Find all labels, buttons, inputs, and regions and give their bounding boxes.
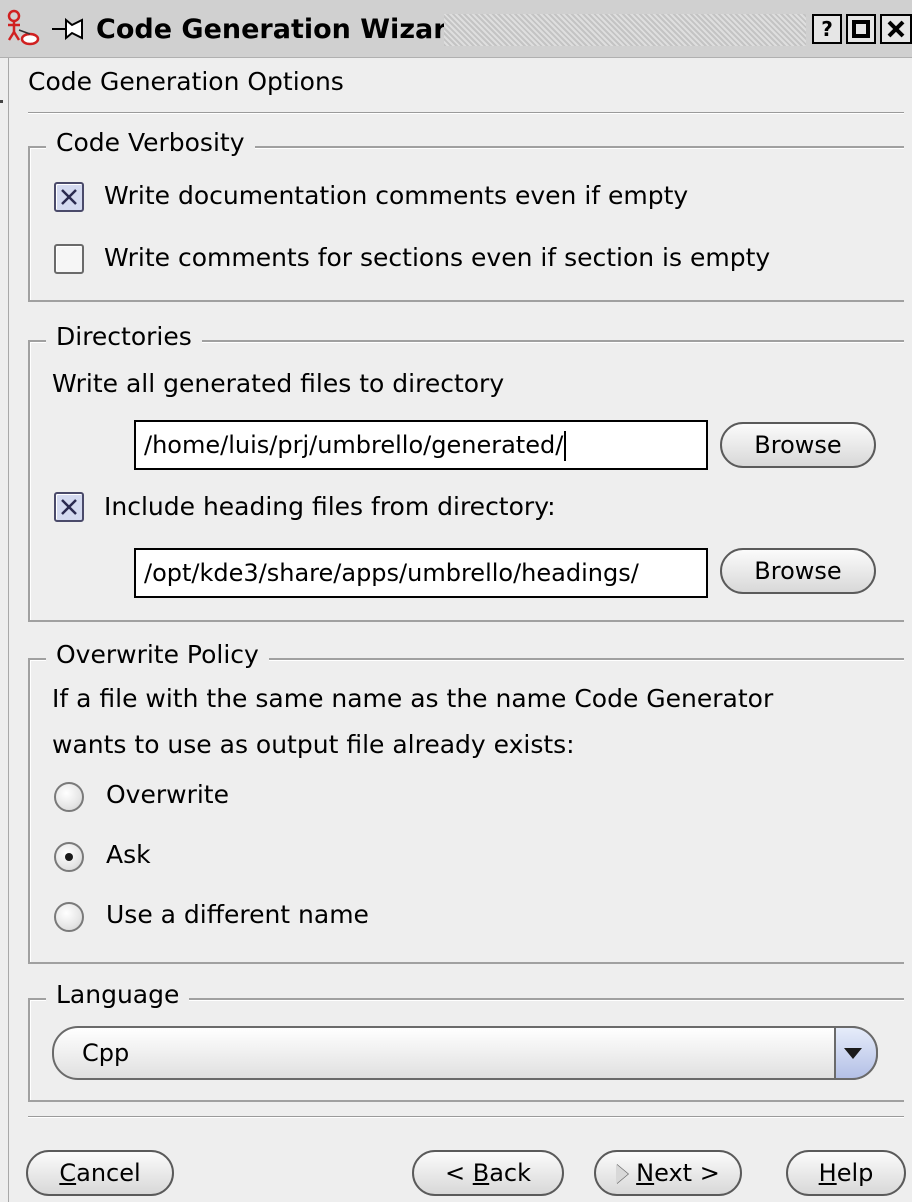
cancel-button[interactable]: Cancel bbox=[26, 1150, 174, 1196]
cancel-label: ancel bbox=[76, 1159, 141, 1187]
back-prefix: < bbox=[444, 1159, 473, 1187]
pin-icon[interactable] bbox=[50, 12, 90, 46]
chevron-down-icon bbox=[844, 1048, 862, 1059]
close-button[interactable] bbox=[880, 14, 912, 44]
browse-headings-button[interactable]: Browse bbox=[720, 548, 876, 594]
ask-radio[interactable] bbox=[54, 842, 84, 872]
window-title: Code Generation Wizard bbox=[96, 14, 466, 45]
help-label: elp bbox=[836, 1159, 874, 1187]
language-selected-value: Cpp bbox=[82, 1039, 130, 1067]
ask-option-label[interactable]: Ask bbox=[106, 838, 151, 872]
cancel-mnemonic: C bbox=[59, 1159, 77, 1187]
window-left-border bbox=[8, 58, 9, 1202]
group-title: Code Verbosity bbox=[46, 126, 255, 160]
group-title: Language bbox=[46, 978, 190, 1012]
next-label: ext > bbox=[654, 1159, 720, 1187]
maximize-button[interactable] bbox=[846, 14, 876, 44]
check-x-icon bbox=[61, 499, 77, 515]
code-verbosity-group: Code Verbosity Write documentation comme… bbox=[28, 126, 904, 302]
help-button[interactable]: Help bbox=[786, 1150, 906, 1196]
title-bar[interactable]: Code Generation Wizard ? bbox=[0, 0, 912, 58]
overwrite-description-line2: wants to use as output file already exis… bbox=[52, 730, 575, 759]
next-arrow-icon bbox=[616, 1164, 629, 1184]
back-label: ack bbox=[489, 1159, 532, 1187]
output-dir-value: /home/luis/prj/umbrello/generated/ bbox=[144, 431, 564, 459]
group-title: Directories bbox=[46, 320, 202, 354]
umbrello-app-icon[interactable] bbox=[6, 8, 48, 48]
directories-group: Directories Write all generated files to… bbox=[28, 320, 904, 622]
help-title-button[interactable]: ? bbox=[812, 14, 842, 44]
overwrite-policy-group: Overwrite Policy If a file with the same… bbox=[28, 638, 904, 964]
include-headings-label[interactable]: Include heading files from directory: bbox=[104, 490, 556, 524]
overwrite-description-line1: If a file with the same name as the name… bbox=[52, 684, 774, 713]
headings-dir-value: /opt/kde3/share/apps/umbrello/headings/ bbox=[144, 559, 639, 587]
group-title: Overwrite Policy bbox=[46, 638, 269, 672]
back-mnemonic: B bbox=[472, 1159, 490, 1187]
check-x-icon bbox=[61, 189, 77, 205]
overwrite-radio[interactable] bbox=[54, 782, 84, 812]
title-bar-pattern bbox=[444, 14, 806, 46]
different-name-radio[interactable] bbox=[54, 902, 84, 932]
wizard-window: Code Generation Wizard ? Code Generation… bbox=[0, 0, 912, 1202]
overwrite-option-label[interactable]: Overwrite bbox=[106, 778, 229, 812]
doc-comments-checkbox[interactable] bbox=[54, 182, 84, 212]
output-dir-input[interactable]: /home/luis/prj/umbrello/generated/ bbox=[134, 420, 708, 470]
section-comments-label[interactable]: Write comments for sections even if sect… bbox=[104, 241, 770, 275]
radio-selected-dot bbox=[65, 853, 73, 861]
headings-dir-input[interactable]: /opt/kde3/share/apps/umbrello/headings/ bbox=[134, 548, 708, 598]
footer-separator bbox=[28, 1116, 904, 1118]
header-separator bbox=[28, 112, 904, 114]
page-title: Code Generation Options bbox=[28, 67, 344, 96]
browse-output-button[interactable]: Browse bbox=[720, 422, 876, 468]
text-caret bbox=[564, 431, 567, 461]
different-name-option-label[interactable]: Use a different name bbox=[106, 898, 369, 932]
output-dir-label: Write all generated files to directory bbox=[52, 369, 505, 398]
help-mnemonic: H bbox=[818, 1159, 837, 1187]
include-headings-checkbox[interactable] bbox=[54, 492, 84, 522]
language-select[interactable]: Cpp bbox=[52, 1026, 878, 1080]
next-button[interactable]: Next > bbox=[594, 1150, 742, 1196]
window-edge-mark bbox=[0, 100, 3, 103]
doc-comments-label[interactable]: Write documentation comments even if emp… bbox=[104, 179, 688, 213]
back-button[interactable]: < Back bbox=[412, 1150, 564, 1196]
section-comments-checkbox[interactable] bbox=[54, 244, 84, 274]
maximize-icon bbox=[852, 20, 870, 38]
close-icon bbox=[887, 20, 905, 38]
next-mnemonic: N bbox=[636, 1159, 655, 1187]
